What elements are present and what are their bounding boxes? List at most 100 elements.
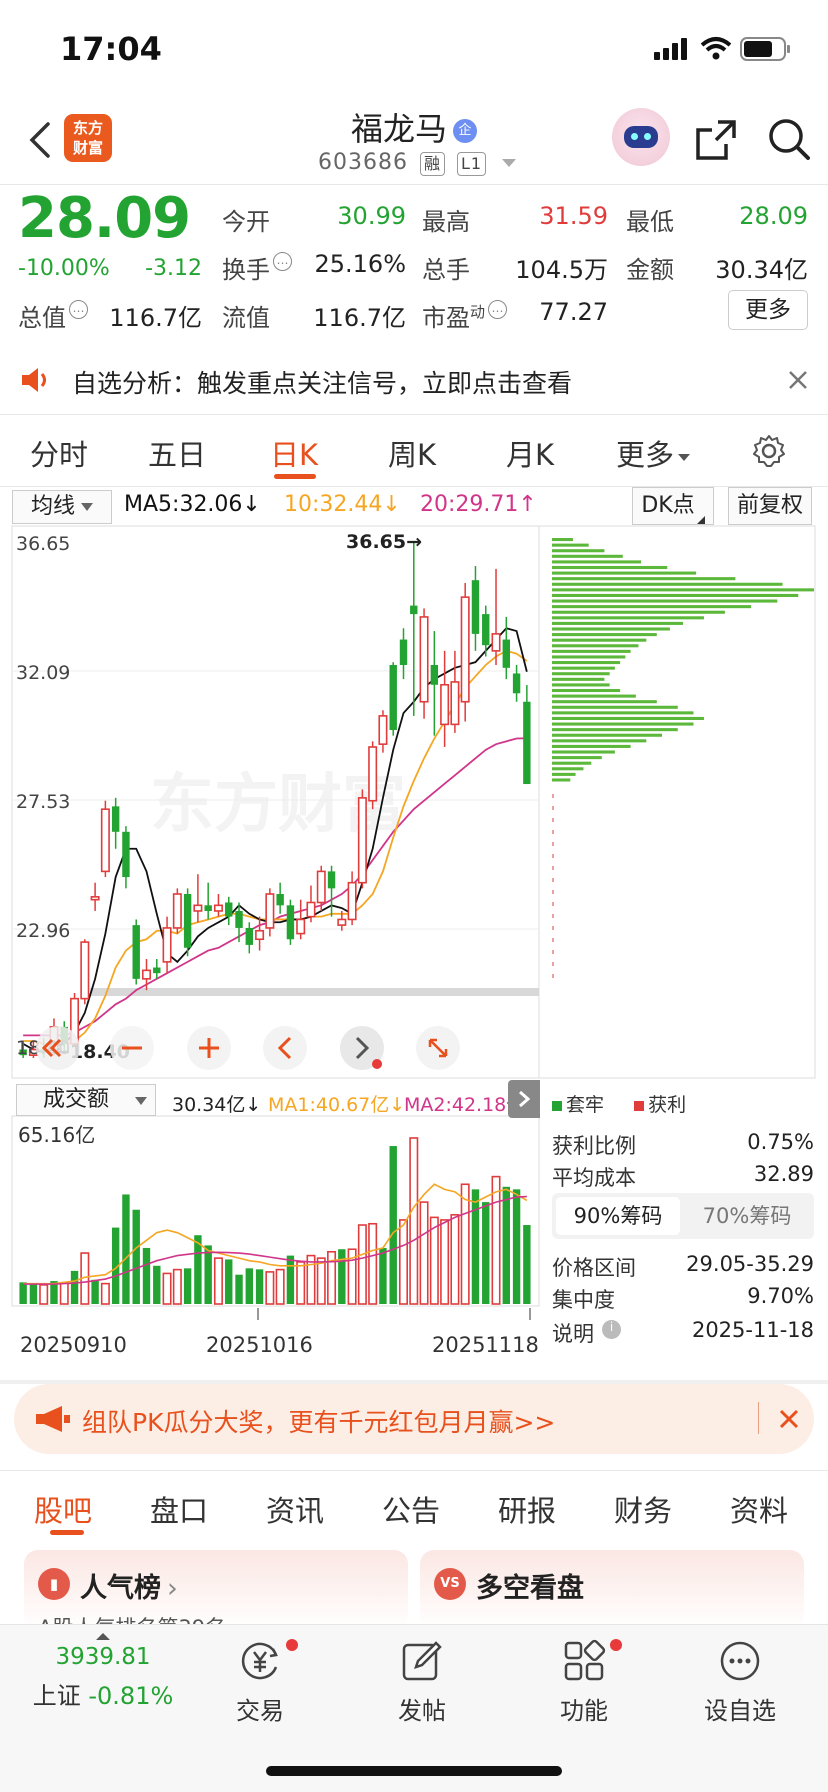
chip-bar <box>552 593 799 597</box>
tab-more[interactable]: 更多 <box>616 432 691 474</box>
tab-90-chips[interactable]: 90%筹码 <box>556 1197 680 1235</box>
low-value: 28.09 <box>739 202 808 230</box>
indicator-selector[interactable]: 均线 <box>12 490 112 524</box>
price-range-row: 价格区间 29.05-35.29 <box>552 1252 814 1280</box>
volume-bar <box>429 1216 439 1305</box>
y-tick-label: 36.65 <box>16 533 70 555</box>
move-left-button[interactable] <box>263 1026 307 1070</box>
trade-button[interactable]: 交易 <box>200 1639 320 1726</box>
share-icon[interactable] <box>694 118 738 162</box>
volume-bar <box>255 1269 264 1304</box>
index-widget[interactable]: 3939.81 上证 -0.81% <box>28 1633 178 1711</box>
tab-five-day[interactable]: 五日 <box>148 432 206 474</box>
stock-code[interactable]: 603686 融 L1 <box>318 150 517 176</box>
candle-body <box>337 918 347 926</box>
chip-profit-tick <box>552 890 554 895</box>
candle-body <box>450 681 460 726</box>
candle-body <box>419 616 429 703</box>
candle-body <box>357 797 367 884</box>
tab-profile[interactable]: 资料 <box>730 1488 788 1530</box>
tab-orderbook[interactable]: 盘口 <box>150 1488 208 1530</box>
chip-bar <box>552 577 736 581</box>
tab-announcements[interactable]: 公告 <box>382 1488 440 1530</box>
volume-bar <box>70 1270 79 1304</box>
candle-body <box>111 806 120 832</box>
candle-body <box>482 614 490 646</box>
more-button[interactable]: 更多 <box>728 290 808 330</box>
chip-profit-tick <box>552 926 554 931</box>
volume-ma1-label: MA1:40.67亿↓ <box>268 1094 406 1116</box>
volume-bar <box>235 1274 243 1304</box>
popularity-card[interactable]: ▮ 人气榜› A股人气排名第39名 <box>24 1550 408 1640</box>
candle-body <box>389 664 397 731</box>
price-adjust-button[interactable]: 前复权 <box>728 487 812 525</box>
volume-bar <box>29 1283 38 1304</box>
volume-bar <box>183 1268 192 1304</box>
x-tick-3: 20251118 <box>432 1333 539 1357</box>
candle-body <box>204 905 212 911</box>
note-row: 说明 i 2025-11-18 <box>552 1318 814 1346</box>
chip-bar <box>552 538 573 542</box>
battery-icon <box>740 37 790 61</box>
chip-profit-tick <box>552 914 554 919</box>
ai-assistant-icon[interactable] <box>612 108 670 166</box>
chip-bar <box>552 772 576 776</box>
candle-body <box>327 871 336 889</box>
float-cap-value: 116.7亿 <box>313 304 406 332</box>
dropdown-caret-icon[interactable] <box>502 159 517 167</box>
add-watchlist-button[interactable]: 设自选 <box>680 1639 800 1726</box>
candle-body <box>255 929 265 941</box>
post-button[interactable]: 发帖 <box>362 1639 482 1726</box>
chip-bar <box>552 728 678 732</box>
volume-bar <box>471 1189 480 1304</box>
candle-body <box>286 905 295 940</box>
search-icon[interactable] <box>766 116 812 162</box>
volume-indicator-selector[interactable]: 成交额 <box>16 1084 156 1116</box>
speaker-icon <box>22 368 46 392</box>
chip-bar <box>552 599 778 603</box>
chip-bar <box>552 571 697 575</box>
tab-research[interactable]: 研报 <box>498 1488 556 1530</box>
functions-button[interactable]: 功能 <box>524 1639 644 1726</box>
chip-profit-tick <box>552 974 554 979</box>
volume-bar <box>225 1259 233 1304</box>
tab-weekly-k[interactable]: 周K <box>388 432 436 474</box>
chip-bar <box>552 644 639 648</box>
tab-finance[interactable]: 财务 <box>614 1488 672 1530</box>
volume-bar <box>172 1268 182 1305</box>
dk-point-button[interactable]: DK点 <box>632 487 714 525</box>
volume-bar <box>286 1255 295 1304</box>
chip-bar <box>552 767 584 771</box>
tab-70-chips[interactable]: 70%筹码 <box>684 1197 810 1235</box>
tab-intraday[interactable]: 分时 <box>30 432 88 474</box>
tab-news[interactable]: 资讯 <box>266 1488 324 1530</box>
expand-panel-button[interactable] <box>508 1080 540 1118</box>
info-icon[interactable]: … <box>69 300 88 319</box>
candle-body <box>245 927 254 945</box>
tab-daily-k[interactable]: 日K <box>270 432 318 474</box>
tab-forum[interactable]: 股吧 <box>34 1488 92 1530</box>
bull-bear-card[interactable]: VS 多空看盘 <box>420 1550 804 1630</box>
volume-bar <box>502 1186 511 1304</box>
volume-max-label: 65.16亿 <box>18 1123 95 1147</box>
close-icon[interactable] <box>778 1408 800 1430</box>
notice-bar[interactable]: 自选分析：触发重点关注信号，立即点击查看 <box>0 346 828 414</box>
settings-gear-icon[interactable] <box>752 434 786 468</box>
low-label: 最低 <box>626 208 674 236</box>
volume-bar <box>440 1219 450 1305</box>
chip-bar <box>552 750 615 754</box>
tab-monthly-k[interactable]: 月K <box>506 432 554 474</box>
info-icon[interactable]: i <box>602 1320 621 1339</box>
chip-bar <box>552 655 626 659</box>
chip-plot-frame <box>538 525 816 1079</box>
close-icon[interactable] <box>788 370 808 390</box>
volume-bar <box>39 1284 49 1305</box>
y-tick-label: 27.53 <box>16 791 70 813</box>
volume-value-label: 30.34亿↓ <box>172 1094 262 1116</box>
chip-bar <box>552 543 589 547</box>
chip-bar <box>552 716 704 721</box>
candle-body <box>512 673 521 694</box>
chip-bar <box>552 605 752 609</box>
info-icon[interactable]: … <box>273 252 292 271</box>
promo-banner[interactable]: 组队PK瓜分大奖，更有千元红包月月赢>> <box>14 1384 814 1454</box>
